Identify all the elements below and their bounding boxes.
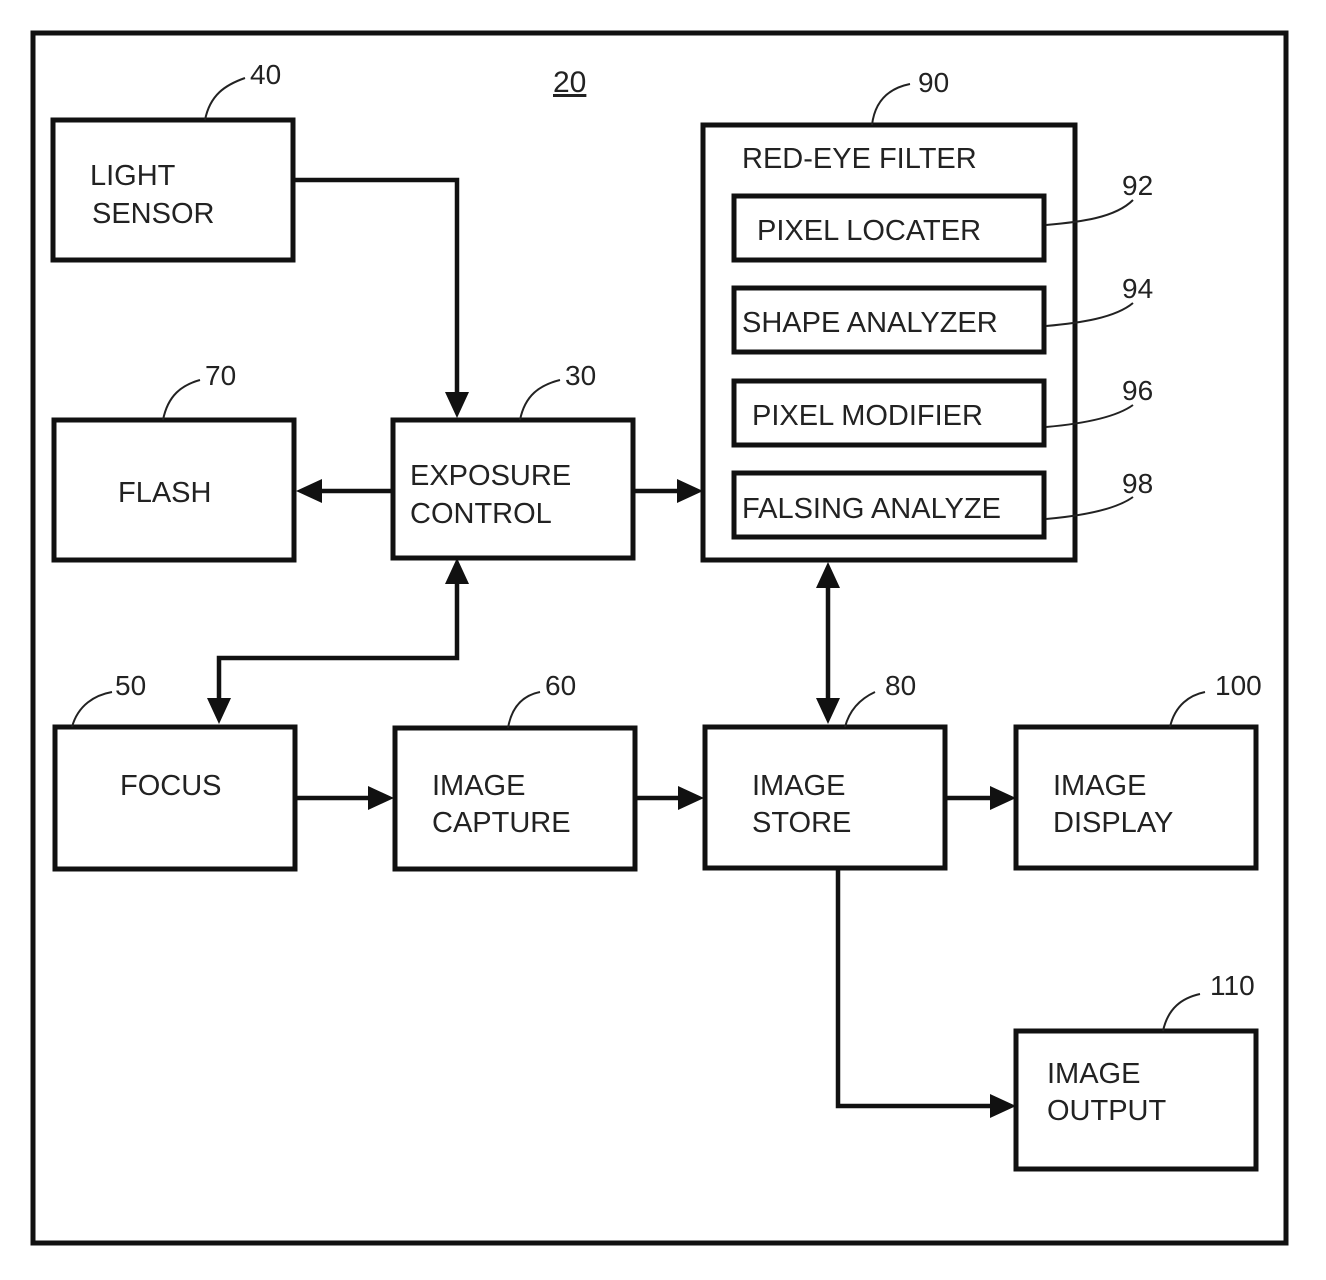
block-image-output: IMAGE OUTPUT 110 <box>1013 970 1259 1172</box>
ref-number: 90 <box>918 67 949 98</box>
red-eye-filter-title: RED-EYE FILTER <box>742 143 977 175</box>
svg-text:LIGHT: LIGHT <box>90 160 176 192</box>
svg-text:SHAPE ANALYZER: SHAPE ANALYZER <box>742 307 998 339</box>
arrowhead-right <box>990 1094 1016 1118</box>
ref-number: 50 <box>115 670 146 701</box>
ref-number: 92 <box>1122 170 1153 201</box>
module-pixel-modifier: PIXEL MODIFIER 96 <box>731 375 1153 448</box>
connector-store-to-output <box>835 868 992 1109</box>
arrowhead-right <box>990 786 1016 810</box>
leader-line <box>162 379 201 421</box>
block-diagram: 20 LIGHT SENSOR 40 FLASH 70 EXPOSURE CON… <box>30 30 1289 1246</box>
arrowhead-right <box>368 786 394 810</box>
ref-number: 100 <box>1215 670 1262 701</box>
ref-number: 96 <box>1122 375 1153 406</box>
connector-light-sensor-to-exposure <box>293 177 460 400</box>
module-falsing-analyzer: FALSING ANALYZE 98 <box>731 468 1153 540</box>
block-flash: FLASH 70 <box>51 360 297 563</box>
block-image-capture: IMAGE CAPTURE 60 <box>392 670 638 872</box>
leader-line <box>844 691 876 728</box>
svg-text:IMAGE: IMAGE <box>752 770 845 802</box>
figure-ref: 20 <box>553 66 586 99</box>
block-red-eye-filter: RED-EYE FILTER 90 PIXEL LOCATER 92 SHAPE… <box>700 67 1153 563</box>
ref-number: 94 <box>1122 273 1153 304</box>
svg-text:IMAGE: IMAGE <box>432 770 525 802</box>
svg-text:EXPOSURE: EXPOSURE <box>410 460 571 492</box>
leader-line <box>519 379 561 421</box>
arrowhead-down <box>207 698 231 724</box>
ref-number: 60 <box>545 670 576 701</box>
svg-text:CONTROL: CONTROL <box>410 498 552 530</box>
block-exposure-control: EXPOSURE CONTROL 30 <box>390 360 636 561</box>
ref-number: 40 <box>250 59 281 90</box>
svg-text:FOCUS: FOCUS <box>120 770 222 802</box>
svg-text:PIXEL MODIFIER: PIXEL MODIFIER <box>752 400 983 432</box>
block-image-display: IMAGE DISPLAY 100 <box>1013 670 1262 871</box>
ref-number: 30 <box>565 360 596 391</box>
arrowhead-left <box>296 479 322 503</box>
svg-text:DISPLAY: DISPLAY <box>1053 807 1173 839</box>
leader-line <box>71 691 113 728</box>
arrowhead-up <box>816 562 840 588</box>
svg-text:IMAGE: IMAGE <box>1047 1058 1140 1090</box>
leader-line <box>507 691 541 729</box>
arrowhead-down <box>816 698 840 724</box>
svg-text:CAPTURE: CAPTURE <box>432 807 571 839</box>
leader-line <box>1169 691 1206 728</box>
svg-text:FALSING ANALYZE: FALSING ANALYZE <box>742 493 1001 525</box>
arrowhead-right <box>678 786 704 810</box>
leader-line <box>1162 993 1201 1032</box>
svg-text:PIXEL LOCATER: PIXEL LOCATER <box>757 215 981 247</box>
arrowhead-down <box>445 392 469 418</box>
svg-text:FLASH: FLASH <box>118 477 211 509</box>
svg-text:OUTPUT: OUTPUT <box>1047 1095 1167 1127</box>
connector-exposure-focus <box>216 580 460 702</box>
arrowhead-right <box>677 479 703 503</box>
block-focus: FOCUS 50 <box>52 670 298 872</box>
ref-number: 70 <box>205 360 236 391</box>
svg-text:STORE: STORE <box>752 807 851 839</box>
ref-number: 110 <box>1210 970 1255 1001</box>
arrowhead-up <box>445 558 469 584</box>
ref-number: 80 <box>885 670 916 701</box>
leader-line <box>204 77 246 121</box>
block-light-sensor: LIGHT SENSOR 40 <box>50 59 296 263</box>
svg-text:SENSOR: SENSOR <box>92 198 214 230</box>
ref-number: 98 <box>1122 468 1153 499</box>
svg-text:IMAGE: IMAGE <box>1053 770 1146 802</box>
leader-line <box>871 83 911 126</box>
